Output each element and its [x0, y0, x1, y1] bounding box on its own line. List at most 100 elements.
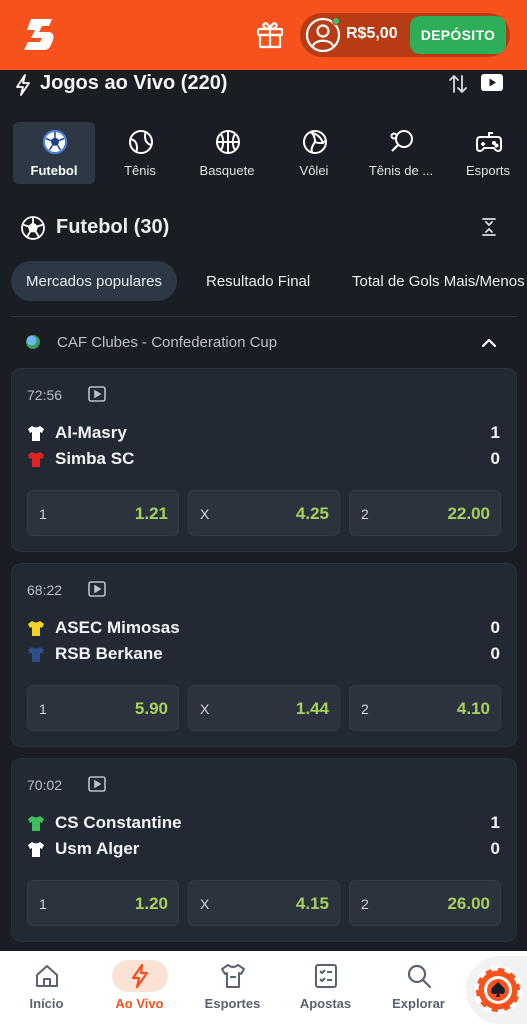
- sport-tab-esports[interactable]: Esports: [447, 122, 527, 184]
- market-tabs: Mercados populares Resultado Final Total…: [0, 261, 527, 301]
- odd-label: 2: [361, 701, 369, 717]
- odd-label: 1: [39, 506, 47, 522]
- odd-value: 1.44: [295, 699, 329, 718]
- nav-ao-vivo[interactable]: Ao Vivo: [93, 951, 186, 1024]
- brand-logo-icon[interactable]: [22, 17, 58, 51]
- team-row-away: Simba SC 0: [27, 448, 505, 472]
- nav-label: Início: [29, 996, 64, 1011]
- odd-label: 2: [361, 506, 369, 522]
- sport-tabs: Futebol Tênis Basquete Vôlei Tênis de ..…: [0, 122, 527, 184]
- basketball-icon: [216, 130, 240, 154]
- casino-chip-button[interactable]: [466, 956, 527, 1024]
- search-icon: [407, 964, 432, 989]
- gift-icon[interactable]: [254, 18, 286, 50]
- odd-label: X: [200, 896, 210, 912]
- sport-tab-futebol[interactable]: Futebol: [13, 122, 95, 184]
- team-name: Simba SC: [55, 449, 135, 468]
- live-stream-icon[interactable]: [480, 72, 504, 94]
- page-title: Jogos ao Vivo (220): [40, 72, 228, 94]
- team-shirt-icon: [28, 452, 44, 467]
- collapse-all-icon[interactable]: [478, 216, 500, 238]
- odd-button-home[interactable]: 1 1.20: [27, 880, 179, 926]
- market-tab-popular[interactable]: Mercados populares: [11, 261, 177, 301]
- match-time: 68:22: [27, 582, 63, 598]
- team-row-home: Al-Masry 1: [27, 422, 505, 446]
- betslip-icon: [315, 964, 337, 988]
- odd-value: 4.10: [456, 699, 490, 718]
- odd-value: 5.90: [134, 699, 168, 718]
- sport-tab-label: Esports: [465, 163, 511, 178]
- deposit-button[interactable]: DEPÓSITO: [410, 16, 506, 54]
- team-row-away: RSB Berkane 0: [27, 643, 505, 667]
- section-title: Futebol (30): [56, 216, 170, 238]
- tennis-ball-icon: [129, 130, 153, 154]
- odd-button-home[interactable]: 1 1.21: [27, 490, 179, 536]
- odd-value: 1.20: [134, 894, 168, 913]
- sport-tab-basquete[interactable]: Basquete: [186, 122, 268, 184]
- team-row-home: CS Constantine 1: [27, 812, 505, 836]
- market-tab-result[interactable]: Resultado Final: [206, 261, 310, 301]
- odd-button-home[interactable]: 1 5.90: [27, 685, 179, 731]
- match-card[interactable]: 70:02 CS Constantine 1 Usm Alger 0 1 1.20…: [11, 758, 517, 942]
- sport-tab-volei[interactable]: Vôlei: [273, 122, 355, 184]
- match-time: 72:56: [27, 387, 63, 403]
- match-time: 70:02: [27, 777, 63, 793]
- sort-arrows-icon[interactable]: [446, 72, 470, 96]
- lightning-icon: [16, 74, 30, 96]
- live-games-header: Jogos ao Vivo (220): [0, 70, 527, 100]
- odd-button-draw[interactable]: X 4.25: [188, 490, 340, 536]
- odd-value: 4.15: [295, 894, 329, 913]
- odd-button-away[interactable]: 2 26.00: [349, 880, 501, 926]
- team-score: 0: [490, 449, 500, 468]
- live-bolt-icon: [131, 963, 149, 989]
- home-icon: [36, 965, 58, 987]
- nav-label: Explorar: [392, 996, 445, 1011]
- table-tennis-icon: [390, 130, 413, 152]
- wallet-pill[interactable]: R$5,00 DEPÓSITO: [300, 13, 510, 57]
- chevron-up-icon[interactable]: [478, 332, 500, 354]
- nav-apostas[interactable]: Apostas: [279, 951, 372, 1024]
- sport-tab-tenis[interactable]: Tênis: [99, 122, 181, 184]
- nav-label: Ao Vivo: [115, 996, 164, 1011]
- match-card[interactable]: 72:56 Al-Masry 1 Simba SC 0 1 1.21 X 4.25 …: [11, 368, 517, 552]
- odd-value: 22.00: [447, 504, 490, 523]
- market-tab-total-goals[interactable]: Total de Gols Mais/Menos: [352, 261, 525, 301]
- team-score: 0: [490, 644, 500, 663]
- odd-label: 1: [39, 701, 47, 717]
- soccer-ball-icon: [21, 216, 45, 240]
- odd-button-draw[interactable]: X 4.15: [188, 880, 340, 926]
- odd-value: 4.25: [295, 504, 329, 523]
- nav-label: Apostas: [299, 996, 352, 1011]
- team-name: Al-Masry: [55, 423, 127, 442]
- team-name: ASEC Mimosas: [55, 618, 180, 637]
- globe-icon: [26, 335, 40, 349]
- match-card[interactable]: 68:22 ASEC Mimosas 0 RSB Berkane 0 1 5.90…: [11, 563, 517, 747]
- sport-tab-tenis-de-mesa[interactable]: Tênis de ...: [360, 122, 442, 184]
- video-play-icon[interactable]: [88, 776, 106, 792]
- volleyball-icon: [303, 130, 327, 154]
- odd-button-away[interactable]: 2 4.10: [349, 685, 501, 731]
- soccer-ball-icon: [43, 130, 67, 154]
- odd-button-draw[interactable]: X 1.44: [188, 685, 340, 731]
- odd-label: 2: [361, 896, 369, 912]
- league-header[interactable]: CAF Clubes - Confederation Cup: [0, 330, 527, 356]
- team-shirt-icon: [28, 621, 44, 636]
- sport-tab-label: Futebol: [30, 163, 78, 178]
- bottom-navigation: Início Ao Vivo Esportes Apostas Explorar: [0, 951, 527, 1024]
- nav-inicio[interactable]: Início: [0, 951, 93, 1024]
- odd-label: X: [200, 701, 210, 717]
- team-name: Usm Alger: [55, 839, 140, 858]
- team-shirt-icon: [28, 426, 44, 441]
- odd-value: 1.21: [134, 504, 168, 523]
- odd-button-away[interactable]: 2 22.00: [349, 490, 501, 536]
- nav-explorar[interactable]: Explorar: [372, 951, 465, 1024]
- team-score: 0: [490, 618, 500, 637]
- team-shirt-icon: [28, 816, 44, 831]
- video-play-icon[interactable]: [88, 386, 106, 402]
- nav-esportes[interactable]: Esportes: [186, 951, 279, 1024]
- team-row-away: Usm Alger 0: [27, 838, 505, 862]
- divider: [11, 316, 517, 317]
- sport-tab-label: Tênis de ...: [368, 163, 434, 178]
- video-play-icon[interactable]: [88, 581, 106, 597]
- nav-label: Esportes: [204, 996, 261, 1011]
